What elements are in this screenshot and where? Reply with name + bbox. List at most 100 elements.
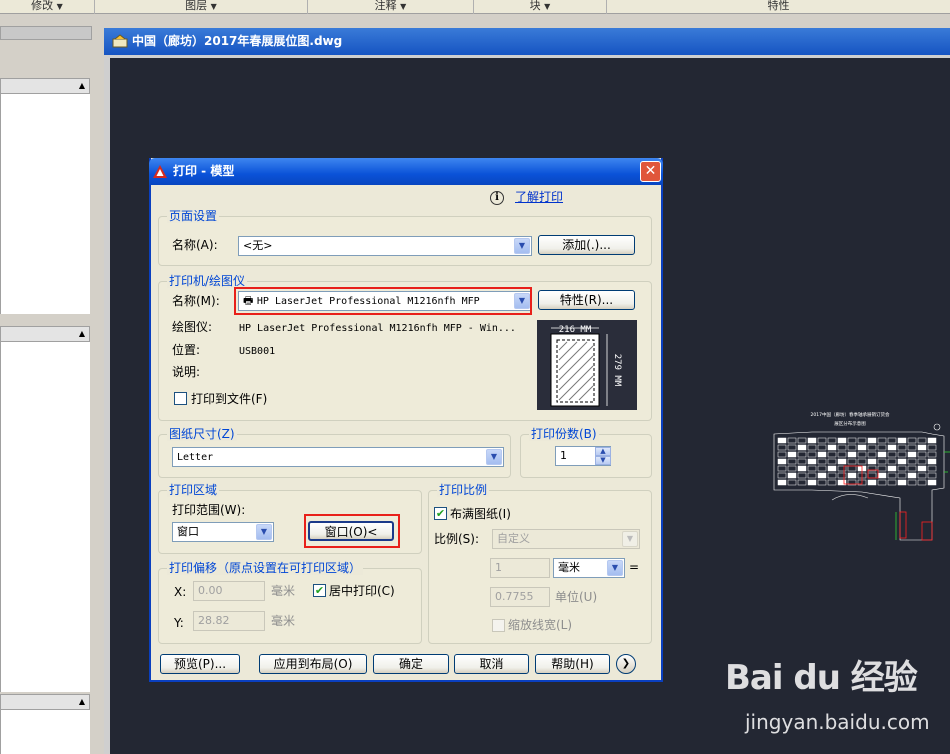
ribbon-panel-layers[interactable]: 图层 ▼: [95, 0, 308, 14]
plan-booths: [777, 437, 937, 486]
plan-booth: [827, 444, 837, 451]
plan-booth: [917, 451, 927, 458]
scale-numerator-input[interactable]: 1: [490, 558, 550, 578]
palette-section-body: [0, 94, 90, 314]
chevron-down-icon[interactable]: ▼: [514, 238, 530, 254]
plan-booth: [927, 444, 937, 451]
plan-booth: [827, 465, 837, 472]
fit-to-paper-checkbox[interactable]: ✔: [434, 507, 447, 520]
plan-booth: [787, 458, 797, 465]
offset-y-label: Y:: [174, 616, 184, 630]
cancel-button[interactable]: 取消: [454, 654, 529, 674]
ribbon-panel-properties[interactable]: 特性: [607, 0, 950, 14]
chevron-down-icon[interactable]: ▼: [256, 524, 272, 540]
preview-button[interactable]: 预览(P)...: [160, 654, 240, 674]
plan-booth: [847, 437, 857, 444]
plan-booth: [797, 479, 807, 486]
scale-select[interactable]: 自定义 ▼: [492, 529, 640, 549]
autocad-drawing-icon: [112, 34, 128, 48]
paper-size-group-label: 图纸尺寸(Z): [167, 427, 237, 441]
ribbon-panel-label: 修改: [31, 0, 54, 12]
palette-section-header[interactable]: ▲: [0, 78, 90, 94]
scale-label: 比例(S):: [434, 532, 480, 546]
plan-booth: [797, 451, 807, 458]
center-plot-checkbox[interactable]: ✔: [313, 584, 326, 597]
plan-booth: [777, 451, 787, 458]
palette-section-header[interactable]: ▲: [0, 326, 90, 342]
highlight-box: [234, 287, 532, 315]
offset-x-label: X:: [174, 585, 187, 599]
chevron-down-icon[interactable]: ▼: [486, 449, 502, 465]
learn-about-plotting-link[interactable]: 了解打印: [515, 190, 563, 204]
plan-booth: [927, 465, 937, 472]
collapse-icon[interactable]: ▲: [79, 697, 85, 706]
palette-section-body: [0, 342, 90, 692]
plan-booth: [907, 472, 917, 479]
plan-booth: [867, 472, 877, 479]
offset-x-input[interactable]: 0.00: [193, 581, 265, 601]
dialog-title-bar[interactable]: 打印 - 模型 ✕: [149, 158, 663, 185]
plan-booth: [917, 479, 927, 486]
palette-section-body: [0, 710, 90, 754]
plot-dialog: 打印 - 模型 ✕ i 了解打印 页面设置 名称(A): <无> ▼ 添加(.)…: [149, 158, 663, 682]
plan-booth: [797, 444, 807, 451]
plan-booth: [797, 472, 807, 479]
page-setup-name-label: 名称(A):: [172, 238, 218, 252]
plan-booth: [807, 451, 817, 458]
collapse-icon[interactable]: ▲: [79, 81, 85, 90]
close-button[interactable]: ✕: [640, 161, 661, 182]
more-options-icon[interactable]: ❯: [616, 654, 636, 674]
plan-booth: [827, 437, 837, 444]
plan-booth: [887, 458, 897, 465]
printer-properties-button[interactable]: 特性(R)...: [538, 290, 635, 310]
plan-booth: [877, 437, 887, 444]
ribbon-panel-modify[interactable]: 修改 ▼: [0, 0, 95, 14]
scale-unit-select[interactable]: 毫米 ▼: [553, 558, 625, 578]
plan-booth: [867, 451, 877, 458]
plan-green-marks: [895, 451, 950, 540]
palette-section-header[interactable]: ▲: [0, 694, 90, 710]
plan-booth: [777, 472, 787, 479]
plan-booth: [827, 479, 837, 486]
chevron-down-icon[interactable]: ▼: [622, 531, 638, 547]
ribbon-panel-block[interactable]: 块 ▼: [474, 0, 607, 14]
scale-value: 自定义: [497, 532, 530, 545]
scale-lineweights-checkbox[interactable]: [492, 619, 505, 632]
plan-booth: [897, 444, 907, 451]
add-page-setup-button[interactable]: 添加(.)...: [538, 235, 635, 255]
ribbon-panel-annotation[interactable]: 注释 ▼: [308, 0, 474, 14]
plan-booth: [777, 437, 787, 444]
plan-booth: [927, 479, 937, 486]
plot-scale-group-label: 打印比例: [437, 483, 490, 497]
plan-booth: [807, 437, 817, 444]
plan-booth: [887, 465, 897, 472]
spin-up-icon[interactable]: ▲: [595, 447, 611, 456]
plan-booth: [877, 458, 887, 465]
plan-booth: [907, 437, 917, 444]
help-button[interactable]: 帮助(H): [535, 654, 610, 674]
plan-booth: [827, 458, 837, 465]
paper-size-select[interactable]: Letter ▼: [172, 447, 504, 467]
drawing-title-bar[interactable]: 中国（廊坊）2017年春展展位图.dwg: [104, 28, 950, 55]
plan-booth: [787, 451, 797, 458]
page-setup-name-select[interactable]: <无> ▼: [238, 236, 532, 256]
plan-booth: [887, 444, 897, 451]
ribbon-panel-label: 特性: [767, 0, 790, 12]
plan-booth: [897, 437, 907, 444]
plan-booth: [777, 479, 787, 486]
apply-to-layout-button[interactable]: 应用到布局(O): [259, 654, 367, 674]
offset-x-unit: 毫米: [271, 584, 296, 598]
plot-to-file-checkbox[interactable]: [174, 392, 187, 405]
plan-booth: [817, 472, 827, 479]
chevron-down-icon[interactable]: ▼: [607, 560, 623, 576]
scale-denominator-input[interactable]: 0.7755: [490, 587, 550, 607]
ribbon-panel-bar: 修改 ▼ 图层 ▼ 注释 ▼ 块 ▼ 特性: [0, 0, 950, 14]
offset-y-input[interactable]: 28.82: [193, 611, 265, 631]
spin-down-icon[interactable]: ▼: [595, 456, 611, 465]
plan-arc: [831, 494, 869, 501]
ok-button[interactable]: 确定: [373, 654, 449, 674]
plan-booth: [837, 451, 847, 458]
plan-booth: [787, 437, 797, 444]
collapse-icon[interactable]: ▲: [79, 329, 85, 338]
what-to-plot-select[interactable]: 窗口 ▼: [172, 522, 274, 542]
